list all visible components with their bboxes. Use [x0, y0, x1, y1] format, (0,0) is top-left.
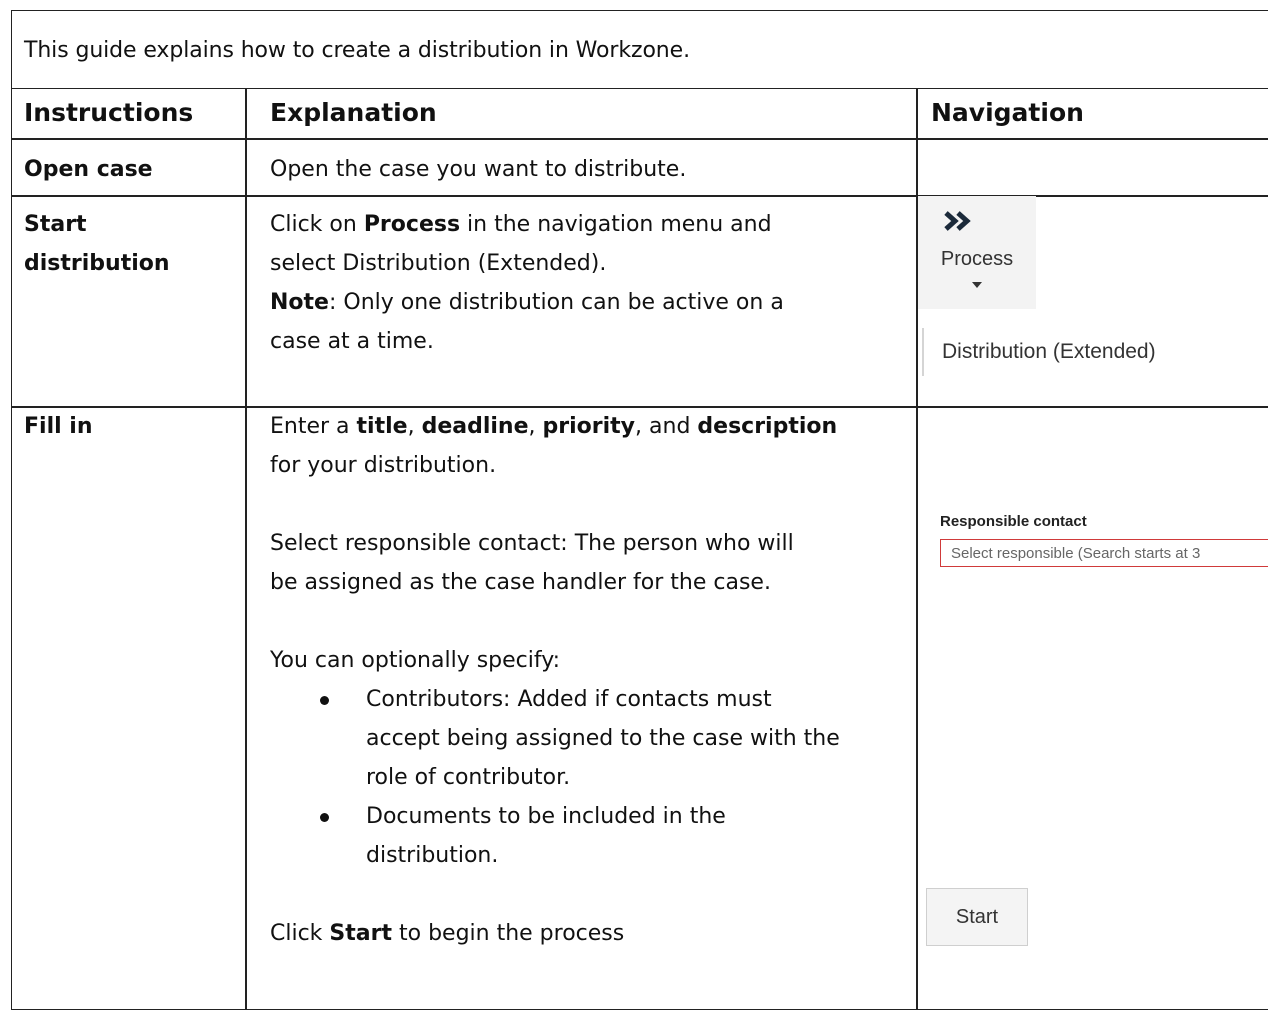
intro-text: This guide explains how to create a dist…	[24, 38, 690, 63]
list-item: Documents to be included in the distribu…	[270, 797, 910, 875]
instruction-start-distribution: Start distribution	[24, 212, 170, 276]
instruction-open-case: Open case	[24, 157, 153, 182]
explanation-fill-in: Enter a title, deadline, priority, and d…	[270, 407, 910, 953]
responsible-contact-label: Responsible contact	[940, 513, 1087, 530]
explanation-start-distribution: Click on Process in the navigation menu …	[270, 212, 784, 354]
menu-item-label: Distribution (Extended)	[942, 340, 1156, 363]
row-divider	[12, 138, 1268, 140]
instruction-fill-in: Fill in	[24, 414, 93, 439]
process-label: Process	[940, 248, 1014, 270]
list-item: Contributors: Added if contacts must acc…	[270, 680, 910, 797]
header-explanation: Explanation	[270, 98, 437, 127]
guide-document: This guide explains how to create a dist…	[11, 10, 1268, 1010]
header-instructions: Instructions	[24, 98, 194, 127]
header-navigation: Navigation	[931, 98, 1084, 127]
double-chevron-right-icon	[944, 211, 971, 231]
column-divider	[245, 89, 247, 1009]
process-menu-button[interactable]: Process	[918, 196, 1036, 309]
chevron-down-icon	[972, 282, 982, 288]
intro-row: This guide explains how to create a dist…	[12, 11, 1268, 89]
start-button[interactable]: Start	[926, 888, 1028, 946]
explanation-open-case: Open the case you want to distribute.	[270, 157, 687, 182]
responsible-contact-input[interactable]	[940, 539, 1268, 567]
optional-list: Contributors: Added if contacts must acc…	[270, 680, 910, 875]
row-divider	[12, 195, 1268, 197]
menu-item-distribution-extended[interactable]: Distribution (Extended)	[922, 328, 1224, 376]
